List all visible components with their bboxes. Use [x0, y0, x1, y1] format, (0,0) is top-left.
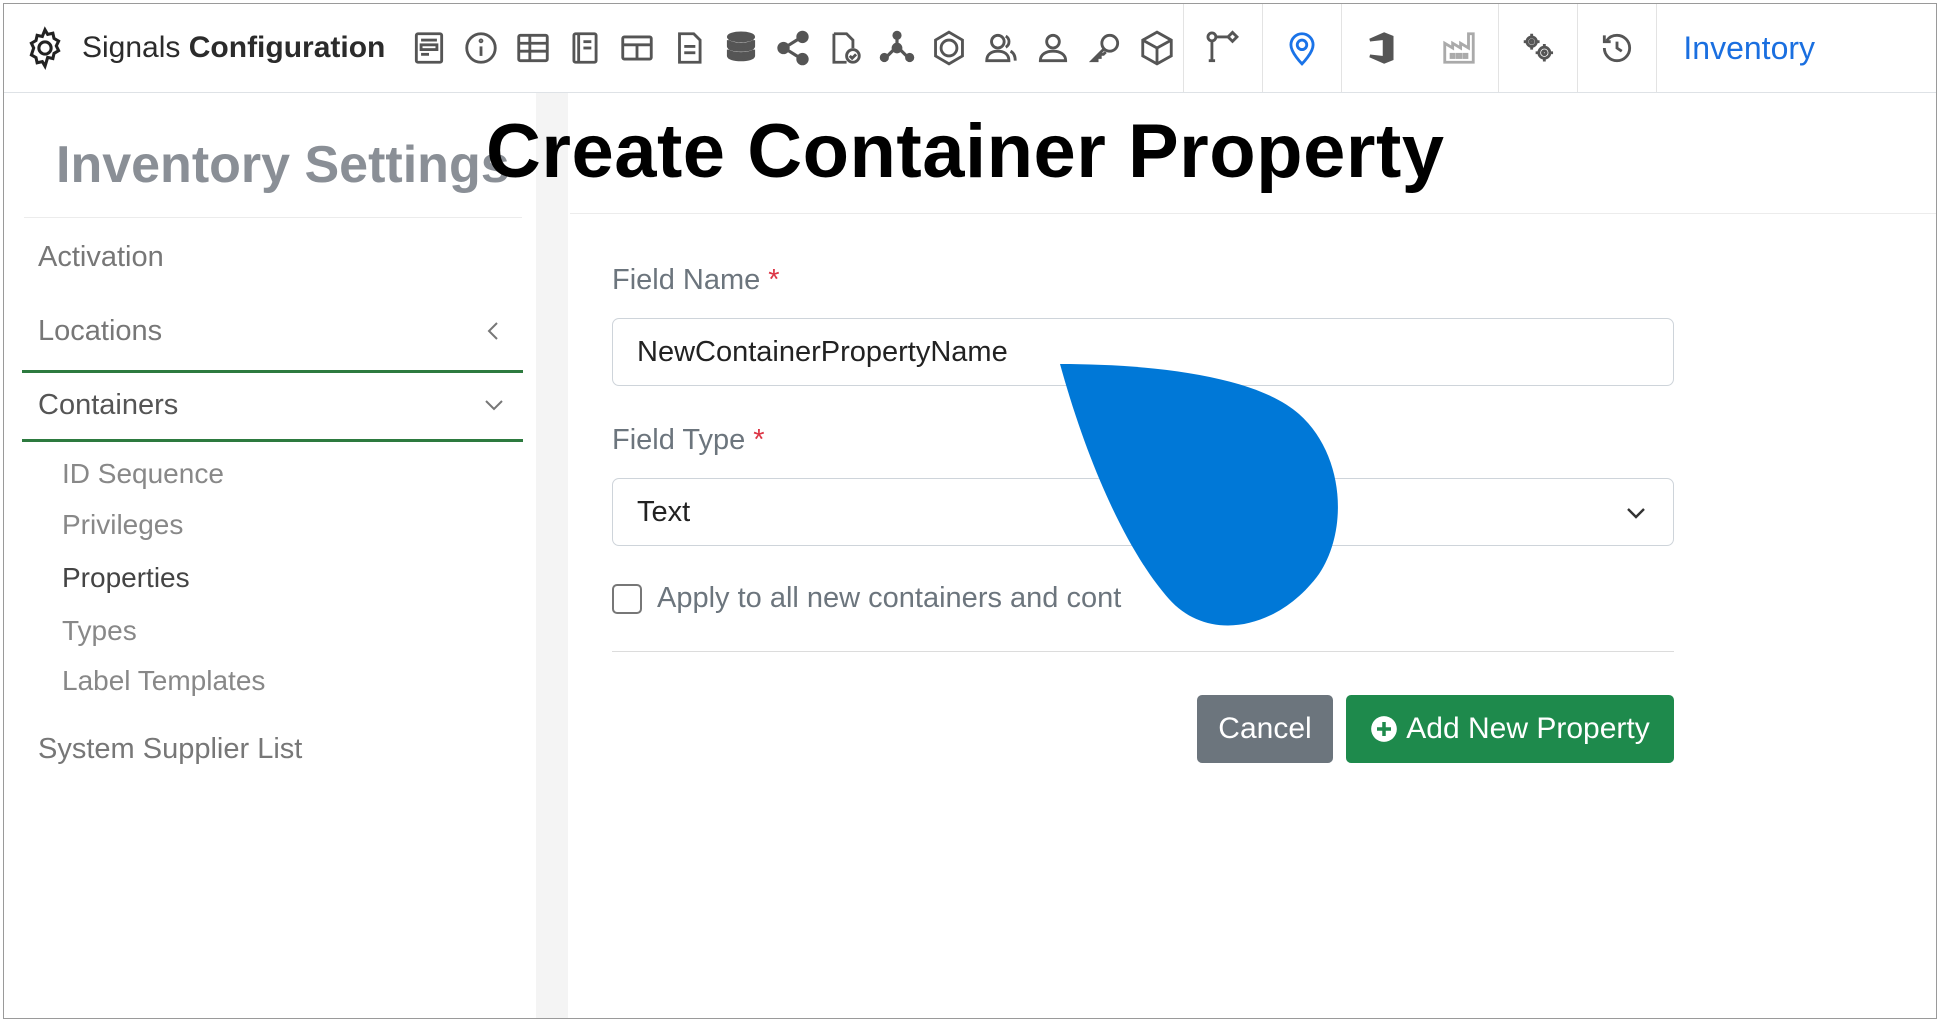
- database-icon: [727, 31, 756, 62]
- toolbar-history[interactable]: [1578, 4, 1656, 92]
- form-divider: [612, 651, 1674, 652]
- sidebar-active-divider-top: [22, 370, 523, 373]
- sidebar-subitem-properties[interactable]: Properties: [62, 562, 190, 594]
- box-icon: [1141, 30, 1174, 66]
- field-type-label-text: Field Type: [612, 424, 746, 456]
- key-icon: [1089, 33, 1120, 63]
- app-window: Signals Configuration Inventory Inventor…: [3, 3, 1937, 1019]
- toolbar-document[interactable]: [663, 4, 715, 92]
- brand-title-regular: Signals: [82, 31, 181, 64]
- toolbar-grid[interactable]: [611, 4, 663, 92]
- grid-icon: [621, 35, 654, 61]
- toolbar-table[interactable]: [507, 4, 559, 92]
- compound-hexagon-icon: [934, 30, 965, 66]
- field-name-label: Field Name *: [612, 264, 780, 297]
- document-icon: [678, 32, 702, 64]
- page-title: Create Container Property: [486, 109, 1445, 194]
- sidebar-item-containers[interactable]: Containers: [24, 389, 522, 422]
- field-type-value: Text: [637, 495, 691, 528]
- gear-icon: [29, 26, 61, 71]
- sidebar-item-locations[interactable]: Locations: [24, 315, 522, 348]
- inventory-nav-link[interactable]: Inventory: [1683, 30, 1815, 67]
- users-icon: [985, 33, 1018, 63]
- cursor-marker-icon: [1060, 364, 1338, 626]
- brand-title-bold: Configuration: [188, 31, 386, 64]
- sidebar-subitem-label-templates[interactable]: Label Templates: [62, 665, 265, 697]
- plus-circle-icon: [1371, 716, 1398, 742]
- sidebar-item-activation[interactable]: Activation: [24, 241, 522, 274]
- toolbar-divider: [1656, 4, 1658, 92]
- sidebar-subitem-id-sequence[interactable]: ID Sequence: [62, 458, 224, 490]
- toolbar-compound[interactable]: [923, 4, 975, 92]
- settings-sidebar: Inventory Settings Activation Locations …: [4, 93, 536, 1018]
- sidebar-title-divider: [24, 217, 522, 218]
- sidebar-subitem-types[interactable]: Types: [62, 615, 137, 647]
- sidebar-active-divider-bottom: [22, 439, 523, 442]
- toolbar-users[interactable]: [975, 4, 1027, 92]
- location-pin-icon: [1289, 32, 1315, 66]
- chevron-down-icon: [485, 400, 503, 411]
- apply-to-all-checkbox[interactable]: [612, 584, 642, 614]
- add-new-property-button[interactable]: Add New Property: [1346, 695, 1674, 763]
- toolbar-settings[interactable]: [1499, 4, 1577, 92]
- sidebar-item-label: Activation: [38, 241, 164, 273]
- toolbar-factory[interactable]: [1420, 4, 1498, 92]
- sidebar-item-label: Locations: [38, 315, 163, 347]
- office-icon: [1369, 32, 1394, 64]
- brand-title: Signals Configuration: [82, 31, 385, 65]
- field-name-value: NewContainerPropertyName: [637, 335, 1008, 368]
- toolbar-notebook[interactable]: [559, 4, 611, 92]
- toolbar-user[interactable]: [1027, 4, 1079, 92]
- sidebar-item-system-supplier-list[interactable]: System Supplier List: [24, 733, 522, 766]
- factory-icon: [1443, 32, 1476, 64]
- workflow-icon: [1206, 30, 1240, 63]
- toolbar-share[interactable]: [767, 4, 819, 92]
- history-icon: [1603, 33, 1632, 63]
- cancel-button[interactable]: Cancel: [1197, 695, 1333, 763]
- top-navbar: Signals Configuration Inventory: [4, 4, 1936, 93]
- form-icon: [415, 32, 444, 64]
- share-icon: [777, 30, 810, 66]
- sidebar-subitem-privileges[interactable]: Privileges: [62, 509, 183, 541]
- settings-gears-icon: [1524, 33, 1554, 62]
- required-marker: *: [768, 264, 780, 296]
- toolbar-location[interactable]: [1263, 4, 1341, 92]
- required-marker: *: [753, 424, 765, 456]
- toolbar-info[interactable]: [455, 4, 507, 92]
- title-divider: [570, 213, 1936, 214]
- info-icon: [465, 32, 498, 64]
- sidebar-item-label: System Supplier List: [38, 733, 303, 765]
- document-check-icon: [832, 32, 862, 64]
- sidebar-gutter: [536, 93, 568, 1018]
- chevron-left-icon: [487, 322, 498, 340]
- toolbar-doc-check[interactable]: [819, 4, 871, 92]
- apply-to-all-label: Apply to all new containers and cont: [657, 582, 1122, 614]
- user-icon: [1039, 33, 1068, 63]
- notebook-icon: [572, 32, 598, 64]
- field-name-label-text: Field Name: [612, 264, 761, 296]
- brand[interactable]: Signals Configuration: [4, 4, 385, 92]
- toolbar: Inventory: [403, 4, 1815, 92]
- toolbar-office[interactable]: [1342, 4, 1420, 92]
- toolbar-workflow[interactable]: [1184, 4, 1262, 92]
- toolbar-box[interactable]: [1131, 4, 1183, 92]
- toolbar-key[interactable]: [1079, 4, 1131, 92]
- add-new-property-label: Add New Property: [1406, 712, 1650, 745]
- cancel-button-label: Cancel: [1218, 712, 1312, 745]
- toolbar-database[interactable]: [715, 4, 767, 92]
- toolbar-network[interactable]: [871, 4, 923, 92]
- table-icon: [517, 33, 550, 63]
- field-type-label: Field Type *: [612, 424, 765, 457]
- sidebar-item-label: Containers: [38, 389, 179, 421]
- toolbar-form[interactable]: [403, 4, 455, 92]
- chevron-down-icon: [1627, 508, 1645, 519]
- sidebar-title: Inventory Settings: [56, 136, 510, 194]
- network-icon: [880, 30, 915, 63]
